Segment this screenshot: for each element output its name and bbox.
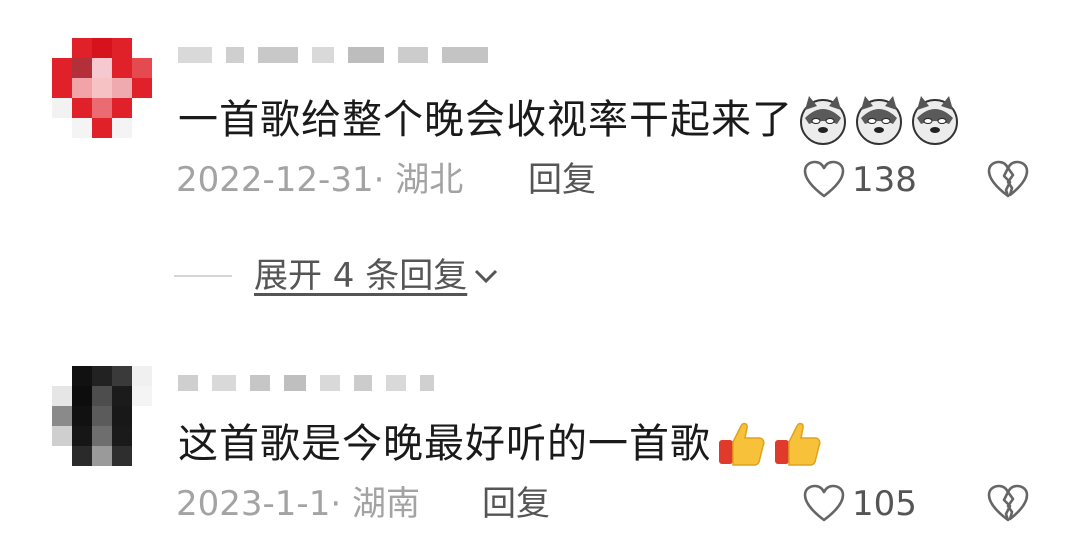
chevron-down-icon — [475, 269, 498, 284]
comment-body: 一首歌给整个晚会收视率干起来了 — [178, 97, 793, 143]
comment-date-location: 2023-1-1· 湖南 — [176, 484, 420, 524]
doge-dog-icon — [856, 96, 902, 145]
doge-dog-icon — [912, 96, 958, 145]
reply-button[interactable]: 回复 — [482, 484, 550, 524]
expand-replies-button[interactable]: 展开 4 条回复 — [174, 254, 501, 298]
dislike-button[interactable] — [986, 160, 1030, 204]
thumbs-up-icon — [775, 422, 821, 466]
dislike-button[interactable] — [986, 484, 1030, 528]
expand-replies-label: 展开 4 条回复 — [254, 256, 468, 296]
username-blurred[interactable] — [178, 368, 434, 398]
avatar[interactable] — [52, 366, 152, 466]
comment-text: 这首歌是今晚最好听的一首歌 — [178, 418, 823, 470]
like-count: 138 — [852, 160, 917, 200]
thumbs-up-icon — [719, 422, 765, 466]
divider — [174, 275, 232, 277]
comment-body: 这首歌是今晚最好听的一首歌 — [178, 421, 711, 467]
reply-button[interactable]: 回复 — [528, 160, 596, 200]
comment-text: 一首歌给整个晚会收视率干起来了 — [178, 94, 961, 146]
like-count: 105 — [852, 484, 917, 524]
avatar[interactable] — [52, 38, 152, 138]
broken-heart-icon — [987, 484, 1029, 522]
like-button[interactable]: 105 — [802, 484, 917, 524]
comment-date-location: 2022-12-31· 湖北 — [176, 160, 464, 200]
doge-dog-icon — [800, 96, 846, 145]
broken-heart-icon — [987, 160, 1029, 198]
heart-icon — [803, 484, 845, 522]
like-button[interactable]: 138 — [802, 160, 917, 200]
heart-icon — [803, 160, 845, 198]
username-blurred[interactable] — [178, 40, 488, 70]
